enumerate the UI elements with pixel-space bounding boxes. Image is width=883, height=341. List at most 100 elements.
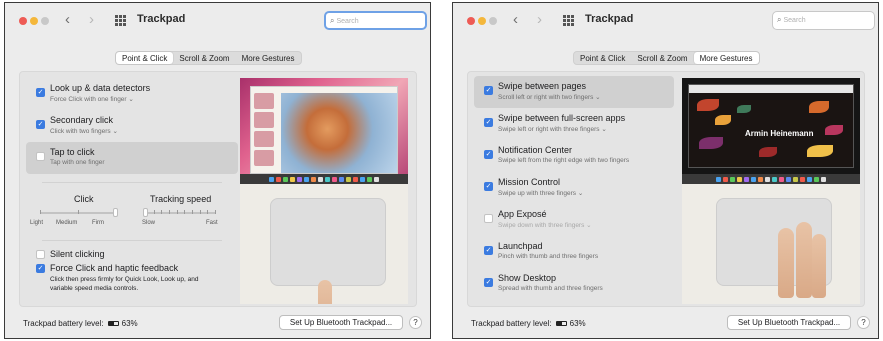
checkbox-force-click[interactable]: ✓: [36, 264, 45, 273]
chevron-left-icon[interactable]: ‹: [513, 11, 518, 29]
battery-percent: 63%: [569, 319, 586, 328]
preview-dock: [240, 174, 408, 184]
preview-screen: Armin Heinemann: [682, 78, 860, 184]
search-input[interactable]: ⌕ Search: [772, 11, 875, 30]
option-label: Swipe between full-screen apps: [498, 113, 626, 123]
settings-panel: ✓ Look up & data detectors Force Click w…: [19, 71, 417, 307]
checkbox-notification-center[interactable]: ✓: [484, 150, 493, 159]
chevron-right-icon[interactable]: ›: [89, 11, 94, 29]
tracking-slider-thumb[interactable]: [143, 208, 148, 217]
checkbox-swipe-full-screen-apps[interactable]: ✓: [484, 118, 493, 127]
title-bar: ‹ › Trackpad ⌕ Search: [453, 3, 878, 39]
option-swipe-between-pages[interactable]: ✓ Swipe between pages Scroll left or rig…: [474, 76, 674, 108]
preview-finger: [778, 228, 794, 298]
minimize-button[interactable]: [30, 17, 38, 25]
option-description[interactable]: Force Click with one finger ⌄: [50, 95, 134, 103]
slider-label-light: Light: [30, 220, 44, 226]
checkbox-look-up[interactable]: ✓: [36, 88, 45, 97]
tab-more-gestures[interactable]: More Gestures: [236, 52, 301, 64]
option-description[interactable]: Swipe left or right with three fingers ⌄: [498, 125, 607, 133]
battery-percent: 63%: [121, 319, 138, 328]
silent-clicking-label: Silent clicking: [50, 249, 105, 259]
option-label: App Exposé: [498, 209, 547, 219]
zoom-button[interactable]: [41, 17, 49, 25]
force-click-label: Force Click and haptic feedback: [50, 263, 179, 273]
option-description: Tap with one finger: [50, 159, 105, 166]
option-description: Spread with thumb and three fingers: [498, 285, 603, 292]
checkbox-mission-control[interactable]: ✓: [484, 182, 493, 191]
option-swipe-full-screen-apps[interactable]: ✓ Swipe between full-screen apps Swipe l…: [474, 108, 686, 140]
option-description[interactable]: Scroll left or right with two fingers ⌄: [498, 93, 601, 101]
option-secondary-click[interactable]: ✓ Secondary click Click with two fingers…: [26, 110, 238, 142]
click-slider-title: Click: [74, 194, 94, 204]
checkbox-show-desktop[interactable]: ✓: [484, 278, 493, 287]
tab-point-click[interactable]: Point & Click: [116, 52, 174, 64]
force-click-description: Click then press firmly for Quick Look, …: [50, 276, 199, 292]
minimize-button[interactable]: [478, 17, 486, 25]
preview-trackpad: [270, 198, 386, 286]
option-description[interactable]: Click with two fingers ⌄: [50, 127, 118, 135]
search-input[interactable]: ⌕ Search: [324, 11, 427, 30]
grid-icon[interactable]: [563, 15, 574, 26]
tracking-slider-title: Tracking speed: [150, 194, 212, 204]
preview-toolbar: [689, 85, 853, 93]
slider-label-medium: Medium: [56, 220, 78, 226]
slider-label-fast: Fast: [206, 220, 218, 226]
option-label: Mission Control: [498, 177, 561, 187]
tab-scroll-zoom[interactable]: Scroll & Zoom: [631, 52, 693, 64]
battery-label: Trackpad battery level:: [471, 319, 552, 328]
option-description[interactable]: Swipe down with three fingers ⌄: [498, 221, 592, 229]
help-button[interactable]: ?: [857, 316, 870, 329]
battery-status: Trackpad battery level: 63%: [23, 319, 138, 328]
checkbox-silent-clicking[interactable]: [36, 250, 45, 259]
chevron-right-icon[interactable]: ›: [537, 11, 542, 29]
gesture-preview: [240, 78, 408, 304]
option-description: Swipe left from the right edge with two …: [498, 157, 630, 164]
option-label: Secondary click: [50, 115, 114, 125]
preview-caption: Armin Heinemann: [745, 129, 814, 138]
slider-label-firm: Firm: [92, 220, 104, 226]
window-title: Trackpad: [137, 13, 186, 25]
battery-label: Trackpad battery level:: [23, 319, 104, 328]
tab-more-gestures[interactable]: More Gestures: [693, 52, 759, 64]
option-look-up[interactable]: ✓ Look up & data detectors Force Click w…: [26, 78, 238, 110]
option-label: Look up & data detectors: [50, 83, 151, 93]
search-icon: ⌕: [777, 15, 782, 24]
click-slider-ticks: [40, 210, 116, 214]
zoom-button[interactable]: [489, 17, 497, 25]
option-notification-center[interactable]: ✓ Notification Center Swipe left from th…: [474, 140, 686, 172]
help-button[interactable]: ?: [409, 316, 422, 329]
option-launchpad[interactable]: ✓ Launchpad Pinch with thumb and three f…: [474, 236, 686, 268]
option-label: Tap to click: [50, 147, 95, 157]
preview-thumbnails: [254, 93, 278, 169]
chevron-left-icon[interactable]: ‹: [65, 11, 70, 29]
checkbox-swipe-between-pages[interactable]: ✓: [484, 86, 493, 95]
setup-bluetooth-trackpad-button[interactable]: Set Up Bluetooth Trackpad...: [727, 315, 851, 330]
setup-bluetooth-trackpad-button[interactable]: Set Up Bluetooth Trackpad...: [279, 315, 403, 330]
click-slider-thumb[interactable]: [113, 208, 118, 217]
option-label: Swipe between pages: [498, 81, 587, 91]
option-mission-control[interactable]: ✓ Mission Control Swipe up with three fi…: [474, 172, 686, 204]
checkbox-app-expose[interactable]: [484, 214, 493, 223]
close-button[interactable]: [19, 17, 27, 25]
battery-icon: [107, 321, 119, 327]
tracking-slider-ticks: [146, 210, 216, 214]
tab-bar: Point & Click Scroll & Zoom More Gesture…: [573, 51, 760, 65]
preview-photos-app: [250, 86, 398, 174]
checkbox-secondary-click[interactable]: ✓: [36, 120, 45, 129]
checkbox-tap-to-click[interactable]: [36, 152, 45, 161]
option-tap-to-click[interactable]: Tap to click Tap with one finger: [26, 142, 238, 174]
close-button[interactable]: [467, 17, 475, 25]
option-app-expose[interactable]: App Exposé Swipe down with three fingers…: [474, 204, 686, 236]
option-show-desktop[interactable]: ✓ Show Desktop Spread with thumb and thr…: [474, 268, 686, 300]
search-placeholder: Search: [783, 17, 806, 24]
battery-icon: [555, 321, 567, 327]
grid-icon[interactable]: [115, 15, 126, 26]
tab-point-click[interactable]: Point & Click: [574, 52, 631, 64]
tab-scroll-zoom[interactable]: Scroll & Zoom: [173, 52, 235, 64]
option-label: Show Desktop: [498, 273, 557, 283]
checkbox-launchpad[interactable]: ✓: [484, 246, 493, 255]
option-description: Pinch with thumb and three fingers: [498, 253, 599, 260]
preview-finger: [796, 222, 812, 298]
option-description[interactable]: Swipe up with three fingers ⌄: [498, 189, 583, 197]
